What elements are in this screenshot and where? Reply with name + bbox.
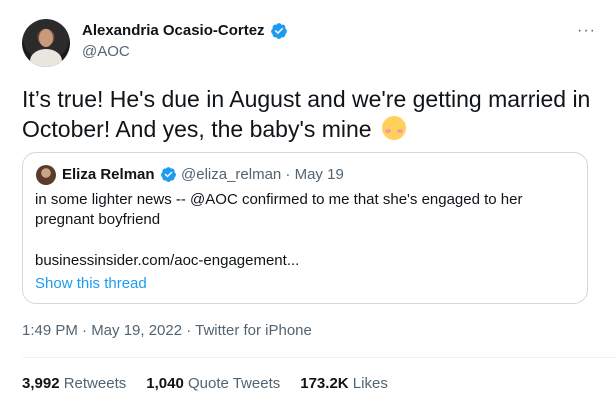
blushing-face-icon [381,116,406,140]
tweet-card: Alexandria Ocasio-Cortez @AOC ··· It’s t… [0,0,616,402]
author-avatar[interactable] [22,19,70,67]
divider-top [22,357,616,358]
more-options-icon[interactable]: ··· [577,22,596,40]
tweet-text: It’s true! He's due in August and we're … [22,84,602,144]
quote-tweets-count: 1,040 [146,375,184,392]
show-thread-link[interactable]: Show this thread [35,274,147,294]
retweets-label: Retweets [63,375,127,392]
quote-tweet[interactable]: Eliza Relman @eliza_relman · May 19 in s… [22,152,588,304]
quote-author-avatar[interactable] [36,165,56,185]
likes-stat[interactable]: 173.2K Likes [300,374,388,394]
quote-handle-date[interactable]: @eliza_relman · May 19 [181,165,344,185]
tweet-text-body: It’s true! He's due in August and we're … [22,86,591,142]
quote-tweets-stat[interactable]: 1,040 Quote Tweets [146,374,280,394]
quote-tweets-label: Quote Tweets [187,375,281,392]
engagement-stats: 3,992 Retweets 1,040 Quote Tweets 173.2K… [22,374,408,394]
likes-count: 173.2K [300,375,349,392]
retweets-stat[interactable]: 3,992 Retweets [22,374,126,394]
retweets-count: 3,992 [22,375,60,392]
quote-author-name[interactable]: Eliza Relman [62,165,155,185]
tweet-timestamp[interactable]: 1:49 PM · May 19, 2022 · Twitter for iPh… [22,321,312,341]
quote-text: in some lighter news -- @AOC confirmed t… [35,191,523,228]
quote-link[interactable]: businessinsider.com/aoc-engagement... [35,251,299,271]
likes-label: Likes [352,375,388,392]
verified-badge-icon [271,23,287,39]
author-name[interactable]: Alexandria Ocasio-Cortez [82,21,265,41]
avatar-face [39,29,53,47]
avatar-body [30,49,62,67]
quote-verified-badge-icon [161,167,176,182]
author-handle[interactable]: @AOC [82,42,130,62]
